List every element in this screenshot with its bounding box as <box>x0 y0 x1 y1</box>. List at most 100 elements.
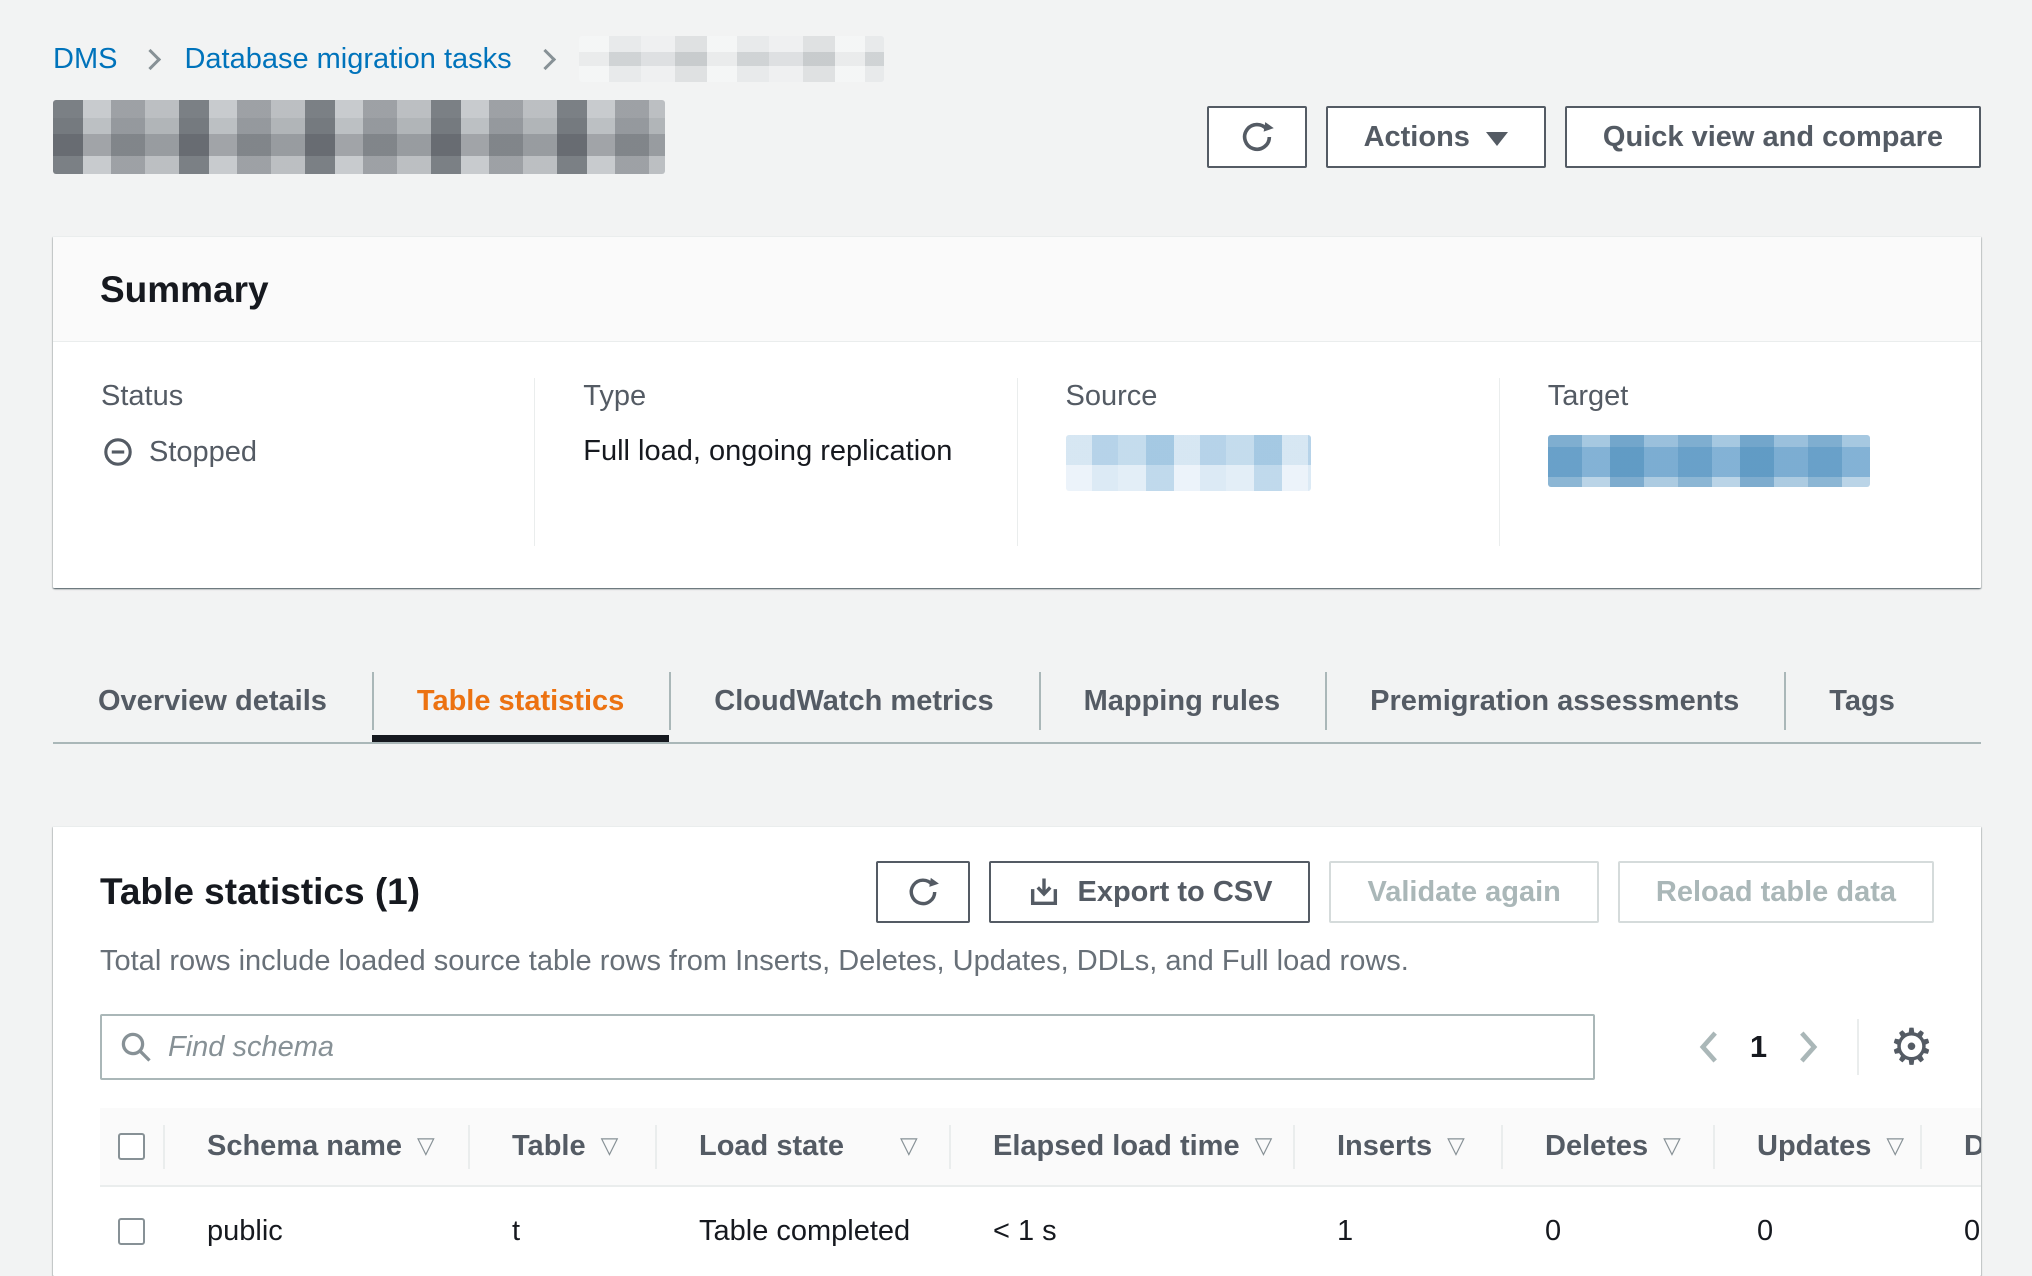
column-header-schema-name[interactable]: Schema name ▽ <box>163 1108 468 1185</box>
status-value: Stopped <box>101 435 486 469</box>
column-header-inserts[interactable]: Inserts ▽ <box>1293 1108 1501 1185</box>
cell-schema-name: public <box>163 1187 468 1276</box>
summary-columns: Status Stopped Type Full load, ongoing r… <box>53 342 1981 588</box>
cell-elapsed-load-time: < 1 s <box>949 1187 1293 1276</box>
stopped-status-icon <box>101 435 135 469</box>
quick-view-compare-button[interactable]: Quick view and compare <box>1565 106 1981 168</box>
reload-table-data-button[interactable]: Reload table data <box>1618 861 1934 923</box>
refresh-icon <box>1238 118 1276 156</box>
cell-load-state: Table completed <box>655 1187 949 1276</box>
refresh-button[interactable] <box>1207 106 1307 168</box>
filter-triangle-icon: ▽ <box>417 1132 435 1159</box>
table-statistics-card: Table statistics (1) Export to CSV <box>53 826 1981 1276</box>
column-label: Deletes <box>1545 1130 1648 1163</box>
chevron-right-icon <box>1797 1030 1819 1064</box>
summary-title: Summary <box>100 269 1934 311</box>
redacted-target-endpoint <box>1548 435 1870 487</box>
cell-deletes: 0 <box>1501 1187 1713 1276</box>
pagination-divider <box>1857 1019 1859 1075</box>
target-label: Target <box>1548 380 1933 413</box>
status-text: Stopped <box>149 436 257 469</box>
summary-card: Summary Status Stopped Type Full load, o… <box>53 236 1981 588</box>
chevron-left-icon <box>1698 1030 1720 1064</box>
header-actions: Actions Quick view and compare <box>1207 106 1981 168</box>
cell-ddls-clipped: 0 <box>1920 1187 1981 1276</box>
validate-again-button[interactable]: Validate again <box>1329 861 1598 923</box>
column-header-elapsed-load-time[interactable]: Elapsed load time ▽ <box>949 1108 1293 1185</box>
cell-updates: 0 <box>1713 1187 1920 1276</box>
previous-page-button[interactable] <box>1698 1030 1720 1064</box>
status-label: Status <box>101 380 486 413</box>
breadcrumb-tasks-link[interactable]: Database migration tasks <box>184 43 511 76</box>
column-label: Updates <box>1757 1130 1871 1163</box>
redacted-source-endpoint <box>1066 435 1311 491</box>
column-header-updates[interactable]: Updates ▽ <box>1713 1108 1920 1185</box>
tab-tags[interactable]: Tags <box>1784 660 1940 742</box>
schema-search <box>100 1014 1595 1080</box>
quick-view-compare-label: Quick view and compare <box>1603 121 1943 154</box>
column-label: Table <box>512 1130 586 1163</box>
table-statistics-table: Schema name ▽ Table ▽ Load state ▽ Elaps… <box>100 1108 1981 1276</box>
download-icon <box>1027 875 1061 909</box>
table-statistics-buttons: Export to CSV Validate again Reload tabl… <box>876 861 1934 923</box>
table-header-row: Schema name ▽ Table ▽ Load state ▽ Elaps… <box>100 1108 1981 1187</box>
tab-mapping-rules[interactable]: Mapping rules <box>1039 660 1326 742</box>
filter-triangle-icon: ▽ <box>1663 1132 1681 1159</box>
export-csv-button[interactable]: Export to CSV <box>989 861 1310 923</box>
type-label: Type <box>583 380 968 413</box>
chevron-right-icon <box>140 48 161 69</box>
current-page-number[interactable]: 1 <box>1750 1029 1767 1065</box>
table-statistics-title: Table statistics (1) <box>100 871 420 913</box>
row-checkbox-cell <box>100 1187 163 1276</box>
filter-triangle-icon: ▽ <box>601 1132 619 1159</box>
actions-button[interactable]: Actions <box>1326 106 1546 168</box>
summary-source-column: Source <box>1017 378 1499 546</box>
type-value: Full load, ongoing replication <box>583 435 968 468</box>
pagination: 1 ⚙ <box>1698 1019 1934 1075</box>
filter-triangle-icon: ▽ <box>1447 1132 1465 1159</box>
column-header-load-state[interactable]: Load state ▽ <box>655 1108 949 1185</box>
table-row: public t Table completed < 1 s 1 0 0 0 <box>100 1187 1981 1276</box>
page: DMS Database migration tasks Actions Qui… <box>0 0 2032 1276</box>
chevron-right-icon <box>535 48 556 69</box>
breadcrumb: DMS Database migration tasks <box>53 36 1981 82</box>
summary-target-column: Target <box>1499 378 1981 546</box>
refresh-icon <box>905 874 941 910</box>
table-refresh-button[interactable] <box>876 861 970 923</box>
table-statistics-description: Total rows include loaded source table r… <box>53 945 1981 978</box>
search-icon <box>118 1029 154 1065</box>
page-header: Actions Quick view and compare <box>53 100 1981 174</box>
breadcrumb-dms-link[interactable]: DMS <box>53 43 117 76</box>
next-page-button[interactable] <box>1797 1030 1819 1064</box>
filter-triangle-icon: ▽ <box>1255 1132 1273 1159</box>
filter-triangle-icon: ▽ <box>900 1132 918 1159</box>
source-label: Source <box>1066 380 1451 413</box>
cell-inserts: 1 <box>1293 1187 1501 1276</box>
redacted-page-title <box>53 100 665 174</box>
caret-down-icon <box>1486 132 1508 146</box>
table-filter-row: 1 ⚙ <box>53 1014 1981 1080</box>
summary-card-header: Summary <box>53 237 1981 342</box>
find-schema-input[interactable] <box>100 1014 1595 1080</box>
select-all-checkbox[interactable] <box>118 1133 145 1160</box>
tab-premigration-assessments[interactable]: Premigration assessments <box>1325 660 1784 742</box>
reload-table-data-label: Reload table data <box>1656 876 1896 909</box>
tab-table-statistics[interactable]: Table statistics <box>372 660 669 742</box>
redacted-task-name-breadcrumb <box>579 36 884 82</box>
column-label: Schema name <box>207 1130 402 1163</box>
column-header-deletes[interactable]: Deletes ▽ <box>1501 1108 1713 1185</box>
column-label: Elapsed load time <box>993 1130 1240 1163</box>
cell-table: t <box>468 1187 655 1276</box>
row-checkbox[interactable] <box>118 1218 145 1245</box>
column-header-table[interactable]: Table ▽ <box>468 1108 655 1185</box>
filter-triangle-icon: ▽ <box>1886 1132 1904 1159</box>
column-label: D <box>1964 1130 1981 1163</box>
summary-type-column: Type Full load, ongoing replication <box>534 378 1016 546</box>
export-csv-label: Export to CSV <box>1077 876 1272 909</box>
table-settings-gear-icon[interactable]: ⚙ <box>1889 1022 1934 1072</box>
tab-cloudwatch-metrics[interactable]: CloudWatch metrics <box>669 660 1038 742</box>
column-header-ddls-clipped[interactable]: D <box>1920 1108 1981 1185</box>
actions-button-label: Actions <box>1364 121 1470 154</box>
tab-overview-details[interactable]: Overview details <box>53 660 372 742</box>
table-statistics-header: Table statistics (1) Export to CSV <box>53 861 1981 923</box>
